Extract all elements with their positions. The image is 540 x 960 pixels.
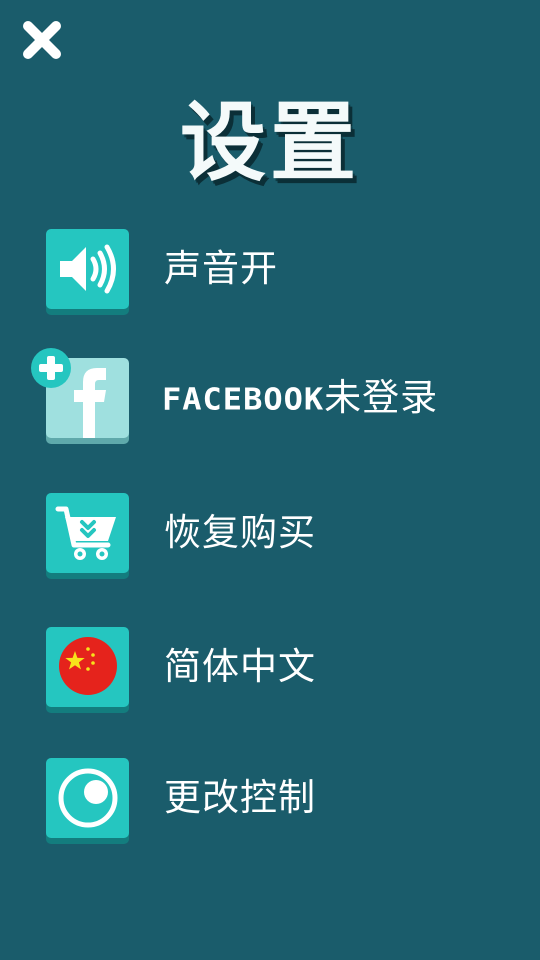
close-icon	[23, 21, 61, 59]
close-button[interactable]	[18, 16, 66, 64]
speaker-icon	[60, 244, 116, 294]
controls-tile	[46, 758, 129, 838]
menu-item-label: 更改控制	[164, 776, 316, 819]
facebook-brand-text: FACEBOOK	[162, 380, 325, 418]
menu-item-language[interactable]: 简体中文	[46, 627, 506, 711]
plus-badge-icon	[31, 348, 71, 388]
page-title: 设置	[180, 93, 360, 193]
cart-icon	[55, 506, 116, 560]
restore-tile	[46, 493, 129, 573]
menu-item-label: 声音开	[164, 247, 278, 290]
sound-tile	[46, 229, 129, 309]
china-flag-icon	[59, 637, 117, 695]
menu-item-restore-purchases[interactable]: 恢复购买	[46, 493, 506, 577]
menu-item-facebook[interactable]: FACEBOOK未登录	[31, 348, 506, 442]
facebook-status-text: 未登录	[324, 376, 439, 419]
language-tile	[46, 627, 129, 707]
menu-item-sound[interactable]: 声音开	[46, 229, 506, 313]
menu-item-label: FACEBOOK未登录	[162, 358, 438, 438]
menu-item-change-controls[interactable]: 更改控制	[46, 758, 506, 842]
menu-item-label: 简体中文	[164, 645, 316, 688]
control-knob-icon	[58, 768, 118, 828]
menu-item-label: 恢复购买	[164, 511, 316, 554]
